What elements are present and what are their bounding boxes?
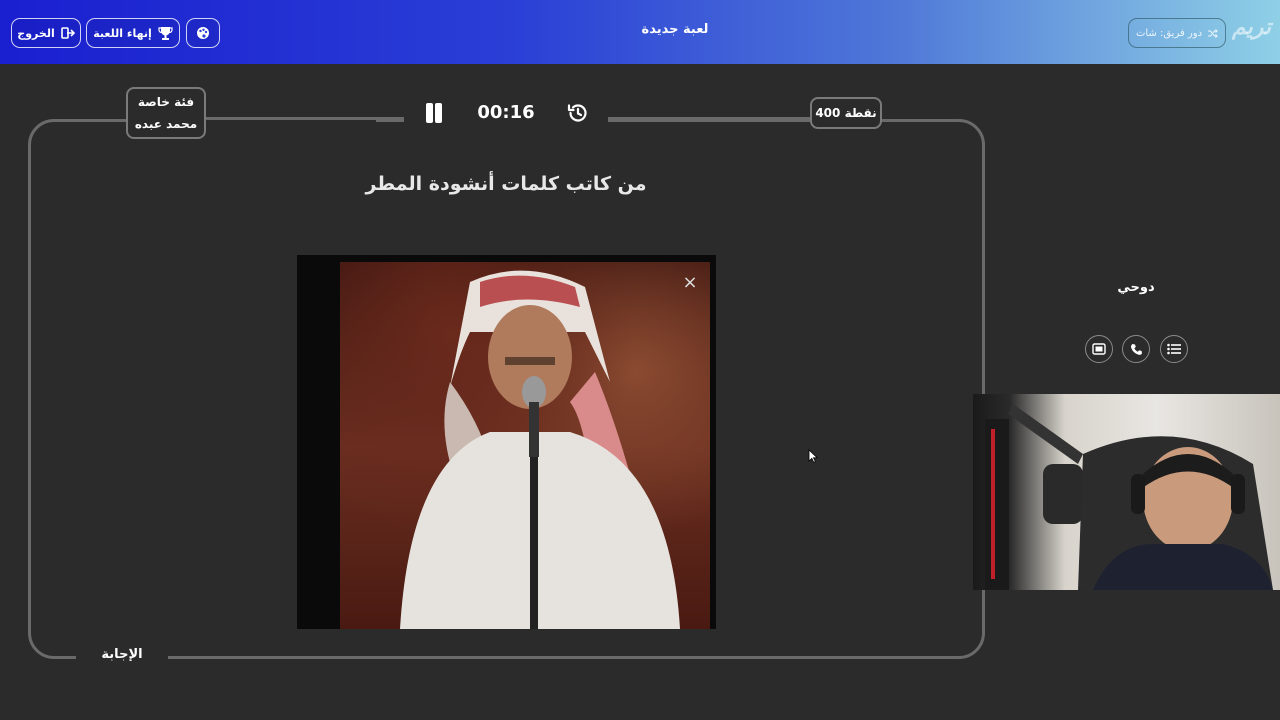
phone-icon xyxy=(1130,343,1142,355)
end-game-label: إنهاء اللعبة xyxy=(93,26,152,40)
palette-icon xyxy=(197,27,209,39)
top-line-left xyxy=(206,117,404,120)
history-icon[interactable] xyxy=(566,101,590,125)
answer-button[interactable]: الإجابة xyxy=(76,647,168,662)
trophy-icon xyxy=(158,27,173,40)
question-image xyxy=(297,255,716,629)
pause-icon[interactable] xyxy=(424,103,444,123)
shuffle-icon xyxy=(1208,28,1218,38)
page-title: لعبة جديدة xyxy=(641,22,709,37)
streamer-webcam xyxy=(973,394,1280,590)
top-header: الخروج إنهاء اللعبة لعبة جديدة دور فريق:… xyxy=(0,0,1280,64)
points-badge: 400 نقطة xyxy=(810,97,882,129)
category-line-1: فئة خاصة xyxy=(137,95,195,109)
mouse-cursor xyxy=(808,449,818,463)
close-image-button[interactable]: × xyxy=(680,273,700,293)
swap-image-button[interactable] xyxy=(1085,335,1113,363)
call-button[interactable] xyxy=(1122,335,1150,363)
question-image-content xyxy=(340,262,710,629)
exit-icon xyxy=(60,27,75,39)
end-game-button[interactable]: إنهاء اللعبة xyxy=(86,18,180,48)
exit-button-label: الخروج xyxy=(17,26,55,40)
top-line-right xyxy=(608,117,810,120)
list-button[interactable] xyxy=(1160,335,1188,363)
swap-image-icon xyxy=(1092,343,1106,355)
category-badge: فئة خاصة محمد عبده xyxy=(126,87,206,139)
turn-label: دور فريق: شات xyxy=(1135,27,1203,39)
timer-display: 00:16 xyxy=(477,102,535,123)
brand-logo: تريم xyxy=(1232,14,1272,40)
team-name: دوحي xyxy=(1117,280,1155,295)
question-text: من كاتب كلمات أنشودة المطر xyxy=(365,173,647,195)
category-line-2: محمد عبده xyxy=(134,117,198,131)
list-icon xyxy=(1167,343,1181,355)
switch-turn-button[interactable]: دور فريق: شات xyxy=(1128,18,1226,48)
webcam-illustration xyxy=(985,404,1273,590)
singer-photo-illustration xyxy=(400,270,680,629)
settings-button[interactable] xyxy=(186,18,220,48)
exit-button[interactable]: الخروج xyxy=(11,18,81,48)
